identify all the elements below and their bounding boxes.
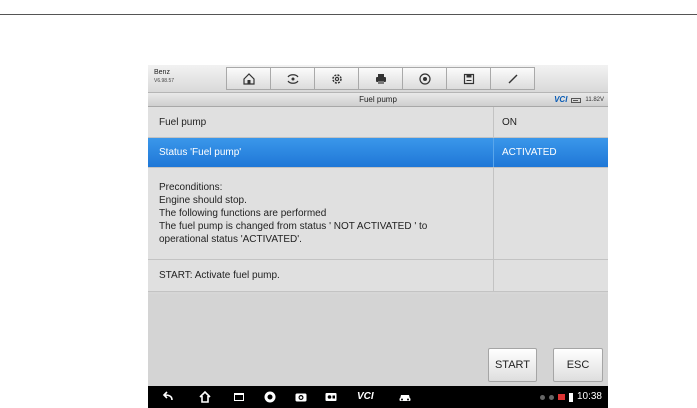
notification-icon	[557, 394, 565, 400]
action-area: START ESC	[148, 294, 608, 386]
bluetooth-icon	[548, 394, 554, 400]
settings-icon	[331, 73, 342, 84]
software-version: V6.98.57	[154, 78, 175, 84]
vehicle-swap-button[interactable]	[270, 67, 315, 90]
home-icon	[242, 72, 255, 85]
toolbar-buttons	[226, 67, 535, 90]
toolbar: Benz V6.98.57	[148, 65, 608, 93]
row-name: Status 'Fuel pump'	[148, 138, 494, 167]
clock: 10:38	[576, 391, 602, 402]
recent-apps-button[interactable]	[232, 390, 246, 404]
help-button[interactable]	[402, 67, 447, 90]
settings-button[interactable]	[314, 67, 359, 90]
battery-icon	[571, 97, 582, 103]
table-row[interactable]: START: Activate fuel pump.	[148, 260, 608, 292]
help-icon	[418, 72, 431, 85]
start-button[interactable]: START	[488, 348, 537, 382]
row-value: ACTIVATED	[502, 147, 557, 158]
vci-button[interactable]: VCI	[357, 390, 374, 404]
screen-record-button[interactable]	[324, 390, 338, 404]
vehicle-brand: Benz V6.98.57	[154, 69, 174, 85]
camera-icon	[295, 393, 307, 402]
save-icon	[463, 73, 474, 84]
text-line: operational status 'ACTIVATED'.	[159, 234, 302, 245]
car-icon	[399, 395, 411, 401]
print-icon	[375, 73, 386, 84]
text-line: The fuel pump is changed from status ' N…	[159, 221, 428, 232]
home-icon	[199, 390, 211, 403]
brand-name: Benz	[154, 69, 170, 76]
car-button[interactable]	[398, 390, 412, 404]
text-line: Engine should stop.	[159, 195, 247, 206]
text-line: The following functions are performed	[159, 208, 327, 219]
table-row[interactable]: Preconditions: Engine should stop. The f…	[148, 168, 608, 260]
title-bar: Fuel pump VCI 11.82V	[148, 93, 608, 107]
voltage-reading: 11.82V	[585, 97, 604, 103]
row-value	[494, 260, 608, 291]
data-table: Fuel pump ON Status 'Fuel pump' ACTIVATE…	[148, 107, 608, 292]
save-button[interactable]	[446, 67, 491, 90]
chrome-button[interactable]	[263, 390, 277, 404]
back-button[interactable]	[161, 390, 175, 404]
table-row-selected[interactable]: Status 'Fuel pump' ACTIVATED	[148, 138, 608, 168]
chrome-icon	[264, 391, 276, 403]
home-button[interactable]	[226, 67, 271, 90]
esc-button[interactable]: ESC	[553, 348, 603, 382]
row-name: START: Activate fuel pump.	[148, 260, 494, 291]
vehicle-swap-icon	[287, 73, 298, 84]
back-icon	[162, 391, 173, 401]
system-tray: 10:38	[539, 390, 602, 404]
page-title: Fuel pump	[359, 95, 397, 104]
print-button[interactable]	[358, 67, 403, 90]
row-name: Fuel pump	[148, 107, 494, 137]
home-nav-button[interactable]	[198, 390, 212, 404]
row-value	[494, 168, 608, 259]
page-top-rule	[0, 14, 697, 15]
recent-apps-icon	[234, 393, 244, 401]
edit-icon	[508, 74, 517, 83]
text-line: Preconditions:	[159, 182, 223, 193]
screen-record-icon	[325, 393, 337, 401]
vci-logo: VCI	[554, 95, 568, 104]
row-value: ON	[502, 116, 517, 128]
battery-icon	[568, 392, 573, 402]
camera-button[interactable]	[294, 390, 308, 404]
preconditions-text: Preconditions: Engine should stop. The f…	[148, 168, 494, 259]
table-row[interactable]: Fuel pump ON	[148, 107, 608, 138]
tablet-screen: Benz V6.98.57 Fuel pump VCI 11.82V Fuel …	[148, 65, 608, 408]
vci-status: VCI 11.82V	[554, 93, 604, 107]
wifi-icon	[539, 394, 545, 400]
android-nav-bar: VCI 10:38	[148, 386, 608, 408]
edit-button[interactable]	[490, 67, 535, 90]
